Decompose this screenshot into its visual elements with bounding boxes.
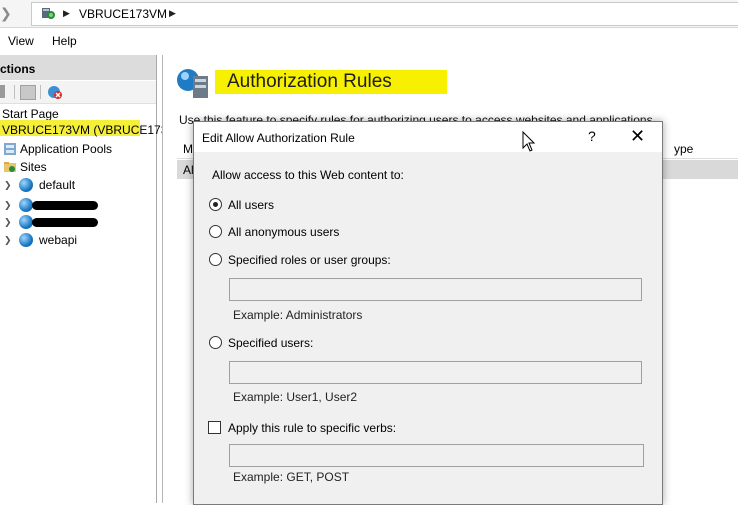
connections-pane: ctions Start Page VBRUCE173VM (VBRUCE173… [0, 55, 175, 503]
verbs-checkbox-label[interactable]: Apply this rule to specific verbs: [228, 421, 396, 435]
tree-item-start-page[interactable]: Start Page [2, 107, 59, 121]
edit-authorization-rule-dialog: Edit Allow Authorization Rule ? ✕ Allow … [193, 121, 663, 505]
users-input[interactable] [229, 361, 642, 384]
dialog-titlebar[interactable]: Edit Allow Authorization Rule ? ✕ [194, 122, 662, 152]
roles-example: Example: Administrators [233, 308, 363, 322]
menu-bar: View Help [0, 28, 738, 54]
tree-item-server[interactable]: VBRUCE173VM (VBRUCE173V [2, 123, 175, 137]
access-prompt-label: Allow access to this Web content to: [212, 168, 404, 182]
radio-roles[interactable] [209, 253, 222, 266]
users-example: Example: User1, User2 [233, 390, 358, 404]
website-globe-icon [19, 215, 33, 229]
connections-header: ctions [0, 55, 156, 80]
roles-input[interactable] [229, 278, 642, 301]
expand-chevron-icon[interactable]: ❯ [4, 235, 12, 246]
close-icon[interactable]: ✕ [630, 126, 645, 147]
menu-help[interactable]: Help [52, 34, 77, 48]
breadcrumb-server[interactable]: VBRUCE173VM [79, 7, 167, 21]
tree-item-site-webapi[interactable]: webapi [39, 233, 77, 247]
website-globe-icon [19, 198, 33, 212]
verbs-checkbox[interactable] [208, 421, 221, 434]
toolbar-separator [40, 85, 41, 99]
help-icon[interactable]: ? [588, 128, 596, 144]
radio-all-users-label[interactable]: All users [228, 198, 274, 212]
tree-item-application-pools[interactable]: Application Pools [20, 142, 112, 156]
expand-chevron-icon[interactable]: ❯ [4, 200, 12, 211]
radio-roles-label[interactable]: Specified roles or user groups: [228, 253, 391, 267]
radio-anonymous-users-label[interactable]: All anonymous users [228, 225, 339, 239]
toolbar-separator [14, 85, 15, 99]
address-bar: ❯ ▶ VBRUCE173VM ▶ [0, 0, 738, 28]
breadcrumb[interactable]: ▶ VBRUCE173VM ▶ [31, 2, 738, 26]
connections-header-label: ctions [0, 62, 36, 76]
dialog-title: Edit Allow Authorization Rule [202, 131, 355, 145]
tree-item-sites[interactable]: Sites [20, 160, 47, 174]
up-icon[interactable] [20, 85, 36, 100]
redacted-site-name [32, 218, 98, 227]
radio-specified-users[interactable] [209, 336, 222, 349]
mouse-cursor-icon [522, 131, 536, 152]
radio-anonymous-users[interactable] [209, 225, 222, 238]
disconnect-icon[interactable] [47, 84, 63, 100]
expand-chevron-icon[interactable]: ❯ [4, 180, 12, 191]
sites-folder-icon [4, 162, 16, 172]
expand-chevron-icon[interactable]: ❯ [4, 217, 12, 228]
page-title: Authorization Rules [227, 71, 392, 92]
grid-column-mode[interactable]: M [183, 142, 193, 156]
menu-view[interactable]: View [8, 34, 34, 48]
application-pools-icon [4, 143, 16, 155]
tree-item-site-default[interactable]: default [39, 178, 75, 192]
back-arrow-icon[interactable]: ❯ [0, 5, 12, 21]
verbs-example: Example: GET, POST [233, 470, 350, 484]
website-globe-icon [19, 178, 33, 192]
save-icon[interactable] [0, 85, 5, 98]
verbs-input[interactable] [229, 444, 644, 467]
server-icon [42, 8, 55, 19]
connections-toolbar [0, 81, 156, 104]
website-globe-icon [19, 233, 33, 247]
authorization-rules-icon [177, 69, 208, 98]
redacted-site-name [32, 201, 98, 210]
breadcrumb-chevron-icon[interactable]: ▶ [169, 3, 176, 23]
grid-column-type[interactable]: ype [674, 142, 693, 156]
radio-specified-users-label[interactable]: Specified users: [228, 336, 313, 350]
breadcrumb-chevron-icon[interactable]: ▶ [63, 3, 70, 23]
radio-all-users[interactable] [209, 198, 222, 211]
